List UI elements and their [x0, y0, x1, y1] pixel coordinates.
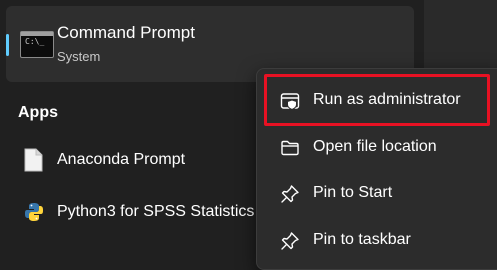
best-match-subtitle: System	[57, 49, 101, 64]
best-match-title: Command Prompt	[57, 23, 195, 42]
menu-item-label: Run as administrator	[313, 91, 461, 108]
folder-icon	[281, 140, 299, 156]
app-item-label: Anaconda Prompt	[57, 151, 186, 168]
menu-item-open-file-location[interactable]: Open file location	[263, 128, 491, 168]
menu-item-label: Open file location	[313, 138, 437, 155]
document-icon	[24, 148, 43, 172]
pin-icon	[281, 232, 299, 250]
menu-item-run-as-administrator[interactable]: Run as administrator	[263, 81, 491, 121]
selection-indicator	[6, 34, 9, 56]
command-prompt-glyph: C:\_	[25, 37, 45, 46]
shield-icon	[280, 93, 300, 111]
context-menu: Run as administrator Open file location …	[256, 68, 497, 270]
apps-section-heading: Apps	[18, 104, 58, 121]
menu-item-pin-to-taskbar[interactable]: Pin to taskbar	[263, 221, 491, 261]
command-prompt-icon: C:\_	[20, 31, 54, 58]
pin-icon	[281, 185, 299, 203]
menu-item-label: Pin to Start	[313, 184, 393, 201]
app-item-label: Python3 for SPSS Statistics	[57, 203, 255, 220]
menu-item-label: Pin to taskbar	[313, 231, 411, 248]
python-icon	[25, 203, 43, 221]
menu-item-pin-to-start[interactable]: Pin to Start	[263, 174, 491, 214]
